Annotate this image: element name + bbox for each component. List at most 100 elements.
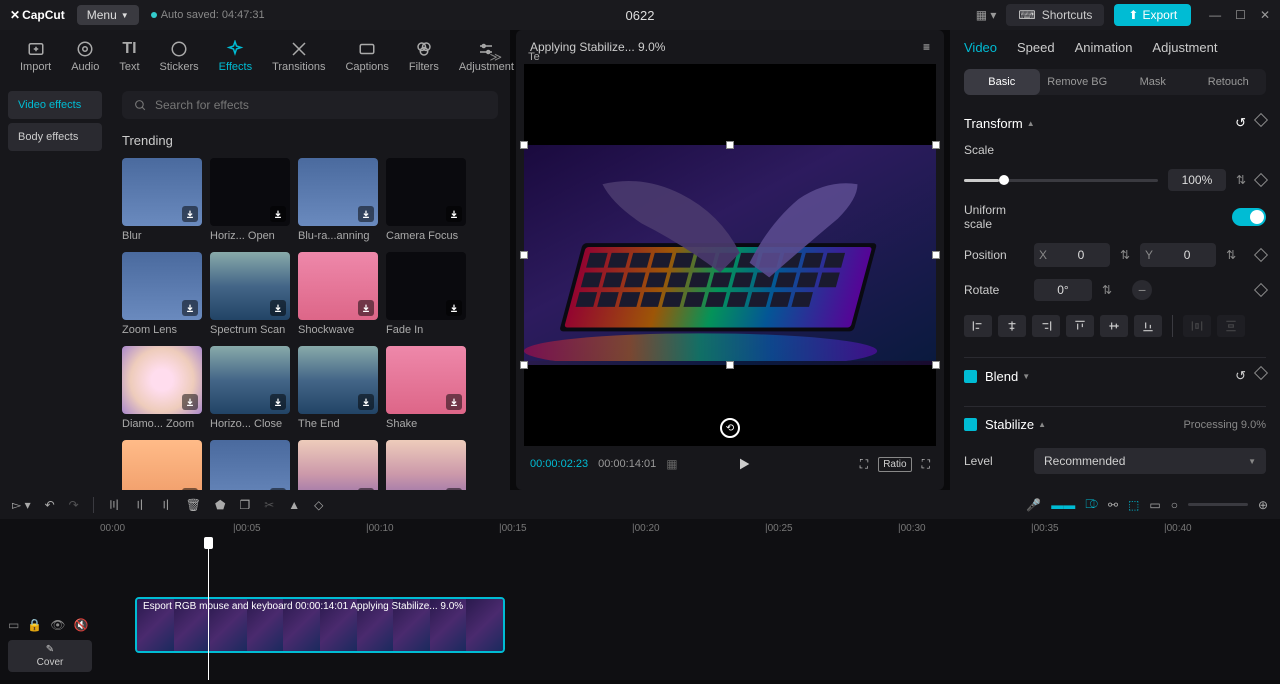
level-dropdown[interactable]: Recommended▼: [1034, 448, 1266, 474]
distribute-v[interactable]: [1217, 315, 1245, 337]
tab-text[interactable]: TIText: [109, 36, 149, 77]
track-mute[interactable]: 🔇: [74, 618, 89, 632]
video-clip[interactable]: Esport RGB mouse and keyboard 00:00:14:0…: [135, 597, 505, 653]
effect-item[interactable]: [210, 440, 290, 490]
delete-tool[interactable]: 🗑: [186, 498, 201, 512]
transform-keyframe[interactable]: [1254, 113, 1268, 127]
rotate-tool[interactable]: ◇: [314, 498, 323, 512]
fullscreen-icon[interactable]: ⛶: [922, 457, 930, 472]
rtab-adjustment[interactable]: Adjustment: [1152, 40, 1217, 55]
tab-effects[interactable]: Effects: [209, 36, 262, 77]
rotate-value[interactable]: 0°: [1034, 279, 1092, 301]
magnet-icon[interactable]: ⎄: [1085, 497, 1098, 512]
export-button[interactable]: ⬆Export: [1114, 4, 1191, 26]
ratio-button[interactable]: Ratio: [878, 457, 911, 472]
preview-menu-icon[interactable]: ≡: [923, 40, 930, 54]
scale-stepper[interactable]: ⇅: [1236, 173, 1246, 187]
rotate-handle[interactable]: ⟲: [720, 418, 740, 438]
selection-tool[interactable]: ▻ ▾: [12, 498, 31, 512]
maximize-button[interactable]: ☐: [1235, 8, 1246, 22]
posy-stepper[interactable]: ⇅: [1226, 248, 1236, 262]
download-icon[interactable]: [182, 300, 198, 316]
download-icon[interactable]: [270, 394, 286, 410]
effect-item[interactable]: Horizo... Close: [210, 346, 290, 430]
cover-button[interactable]: ✎Cover: [8, 640, 92, 672]
search-input[interactable]: Search for effects: [122, 91, 498, 119]
blend-reset[interactable]: ↺: [1235, 368, 1246, 384]
tab-audio[interactable]: Audio: [61, 36, 109, 77]
position-y[interactable]: 0: [1158, 243, 1216, 267]
effect-item[interactable]: Fade In: [386, 252, 466, 336]
align-bottom[interactable]: [1134, 315, 1162, 337]
tab-transitions[interactable]: Transitions: [262, 36, 335, 77]
download-icon[interactable]: [270, 300, 286, 316]
position-x[interactable]: 0: [1052, 243, 1110, 267]
effect-item[interactable]: Blu-ra...anning: [298, 158, 378, 242]
close-button[interactable]: ✕: [1260, 8, 1270, 22]
download-icon[interactable]: [358, 394, 374, 410]
download-icon[interactable]: [182, 488, 198, 490]
crop-icon[interactable]: ⛶: [860, 457, 868, 472]
download-icon[interactable]: [446, 488, 462, 490]
mirror-tool[interactable]: ▲: [288, 498, 300, 512]
transform-reset[interactable]: ↺: [1235, 115, 1246, 131]
tab-stickers[interactable]: Stickers: [150, 36, 209, 77]
tab-adjustment[interactable]: Adjustment: [449, 36, 524, 77]
zoom-slider[interactable]: [1188, 503, 1248, 506]
effect-item[interactable]: Horiz... Open: [210, 158, 290, 242]
align-left[interactable]: [964, 315, 992, 337]
scale-slider[interactable]: [964, 179, 1158, 182]
preview-viewport[interactable]: ⟲: [524, 64, 936, 446]
align-center-v[interactable]: [1100, 315, 1128, 337]
subtab-mask[interactable]: Mask: [1115, 69, 1191, 95]
tab-import[interactable]: Import: [10, 36, 61, 77]
effect-item[interactable]: Diamo... Zoom: [122, 346, 202, 430]
subtab-retouch[interactable]: Retouch: [1191, 69, 1267, 95]
scale-keyframe[interactable]: [1254, 173, 1268, 187]
marker-tool[interactable]: ⬟: [215, 498, 225, 512]
effect-item[interactable]: [386, 440, 466, 490]
track-icon[interactable]: ▭: [1149, 498, 1160, 512]
effect-item[interactable]: Zoom Lens: [122, 252, 202, 336]
rtab-video[interactable]: Video: [964, 40, 997, 55]
effect-item[interactable]: Shake: [386, 346, 466, 430]
download-icon[interactable]: [182, 206, 198, 222]
sidebar-body-effects[interactable]: Body effects: [8, 123, 102, 151]
effect-item[interactable]: Camera Focus: [386, 158, 466, 242]
track-visible[interactable]: 👁: [50, 618, 65, 632]
rtab-animation[interactable]: Animation: [1075, 40, 1133, 55]
duplicate-tool[interactable]: ❐: [239, 498, 250, 512]
download-icon[interactable]: [358, 300, 374, 316]
rotate-keyframe[interactable]: [1254, 283, 1268, 297]
split-tool[interactable]: 〣: [108, 496, 120, 513]
layout-icon[interactable]: ▦ ▾: [976, 8, 997, 22]
undo-button[interactable]: ↶: [45, 498, 55, 512]
trim-right[interactable]: 〢: [160, 496, 172, 513]
track-toggle-1[interactable]: ▭: [8, 618, 19, 632]
download-icon[interactable]: [358, 206, 374, 222]
align-center-h[interactable]: [998, 315, 1026, 337]
redo-button[interactable]: ↷: [69, 498, 79, 512]
link-icon[interactable]: ⚯: [1108, 498, 1118, 512]
download-icon[interactable]: [270, 206, 286, 222]
tab-captions[interactable]: Captions: [335, 36, 398, 77]
zoom-out[interactable]: ○: [1171, 498, 1178, 512]
shortcuts-button[interactable]: ⌨Shortcuts: [1006, 4, 1104, 26]
download-icon[interactable]: [270, 488, 286, 490]
snap-icon[interactable]: ⬚: [1128, 498, 1139, 512]
uniform-scale-toggle[interactable]: [1232, 208, 1266, 226]
effect-item[interactable]: Shockwave: [298, 252, 378, 336]
download-icon[interactable]: [358, 488, 374, 490]
timeline-tracks[interactable]: Esport RGB mouse and keyboard 00:00:14:0…: [100, 539, 1280, 680]
blend-checkbox[interactable]: [964, 370, 977, 383]
minimize-button[interactable]: —: [1209, 8, 1221, 22]
download-icon[interactable]: [446, 206, 462, 222]
magnet-on[interactable]: ▬▬: [1051, 498, 1075, 512]
tab-filters[interactable]: Filters: [399, 36, 449, 77]
scale-value[interactable]: 100%: [1168, 169, 1226, 191]
crop-tool[interactable]: ✂: [264, 498, 274, 512]
align-top[interactable]: [1066, 315, 1094, 337]
download-icon[interactable]: [446, 394, 462, 410]
effect-item[interactable]: [122, 440, 202, 490]
effect-item[interactable]: Blur: [122, 158, 202, 242]
